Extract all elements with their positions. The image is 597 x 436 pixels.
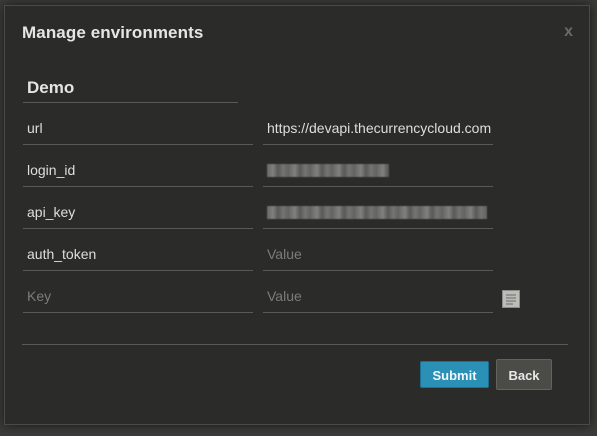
env-row-login-id: login_id <box>23 153 493 187</box>
back-button[interactable]: Back <box>496 359 552 390</box>
env-key-field[interactable]: api_key <box>23 195 253 229</box>
redacted-value <box>267 206 487 219</box>
redacted-value <box>267 164 389 177</box>
env-key-field[interactable]: url <box>23 111 253 145</box>
env-row-new: Key Value <box>23 279 493 313</box>
manage-environments-dialog: Manage environments x Demo url https://d… <box>4 5 590 425</box>
env-key-field[interactable]: login_id <box>23 153 253 187</box>
env-row-auth-token: auth_token Value <box>23 237 493 271</box>
env-value-field[interactable] <box>263 195 493 229</box>
note-icon[interactable] <box>502 290 520 308</box>
env-value-field[interactable]: Value <box>263 237 493 271</box>
environment-name: Demo <box>23 73 238 103</box>
new-value-input[interactable]: Value <box>263 279 493 313</box>
env-key-field[interactable]: auth_token <box>23 237 253 271</box>
env-row-api-key: api_key <box>23 195 493 229</box>
env-row-url: url https://devapi.thecurrencycloud.com <box>23 111 493 145</box>
env-value-field[interactable] <box>263 153 493 187</box>
close-icon[interactable]: x <box>564 23 573 41</box>
dialog-title: Manage environments <box>22 23 204 42</box>
submit-button[interactable]: Submit <box>420 361 489 388</box>
new-key-input[interactable]: Key <box>23 279 253 313</box>
footer-divider <box>22 344 568 345</box>
env-value-field[interactable]: https://devapi.thecurrencycloud.com <box>263 111 493 145</box>
